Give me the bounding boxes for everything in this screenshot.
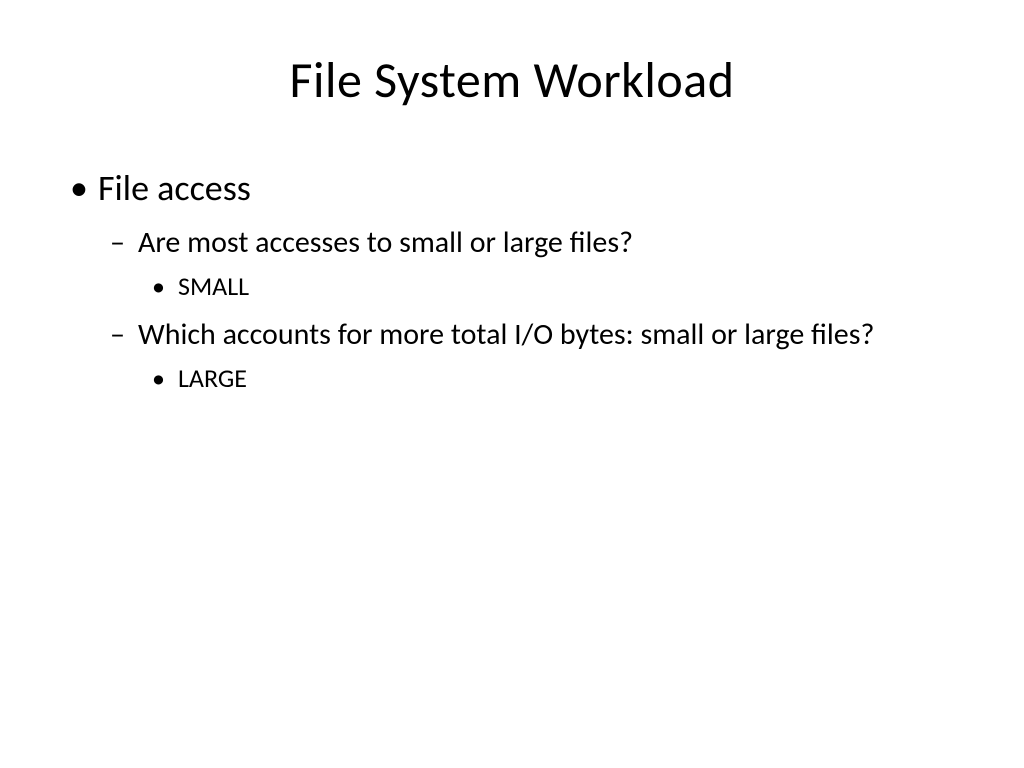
bullet-text: SMALL — [178, 270, 249, 302]
bullet-item-file-access: File access Are most accesses to small o… — [98, 166, 954, 394]
bullet-item-answer2: LARGE — [178, 362, 954, 395]
bullet-list-level3: LARGE — [138, 362, 954, 395]
slide-title: File System Workload — [70, 50, 954, 111]
bullet-text: Are most accesses to small or large file… — [138, 224, 633, 261]
bullet-text: Which accounts for more total I/O bytes:… — [138, 316, 874, 353]
bullet-item-question1: Are most accesses to small or large file… — [138, 224, 954, 302]
bullet-text: File access — [98, 166, 251, 210]
bullet-text: LARGE — [178, 362, 247, 394]
bullet-item-question2: Which accounts for more total I/O bytes:… — [138, 316, 954, 394]
bullet-list-level1: File access Are most accesses to small o… — [70, 166, 954, 394]
bullet-list-level2: Are most accesses to small or large file… — [98, 224, 954, 394]
slide-container: File System Workload File access Are mos… — [0, 0, 1024, 768]
bullet-list-level3: SMALL — [138, 270, 954, 303]
bullet-item-answer1: SMALL — [178, 270, 954, 303]
